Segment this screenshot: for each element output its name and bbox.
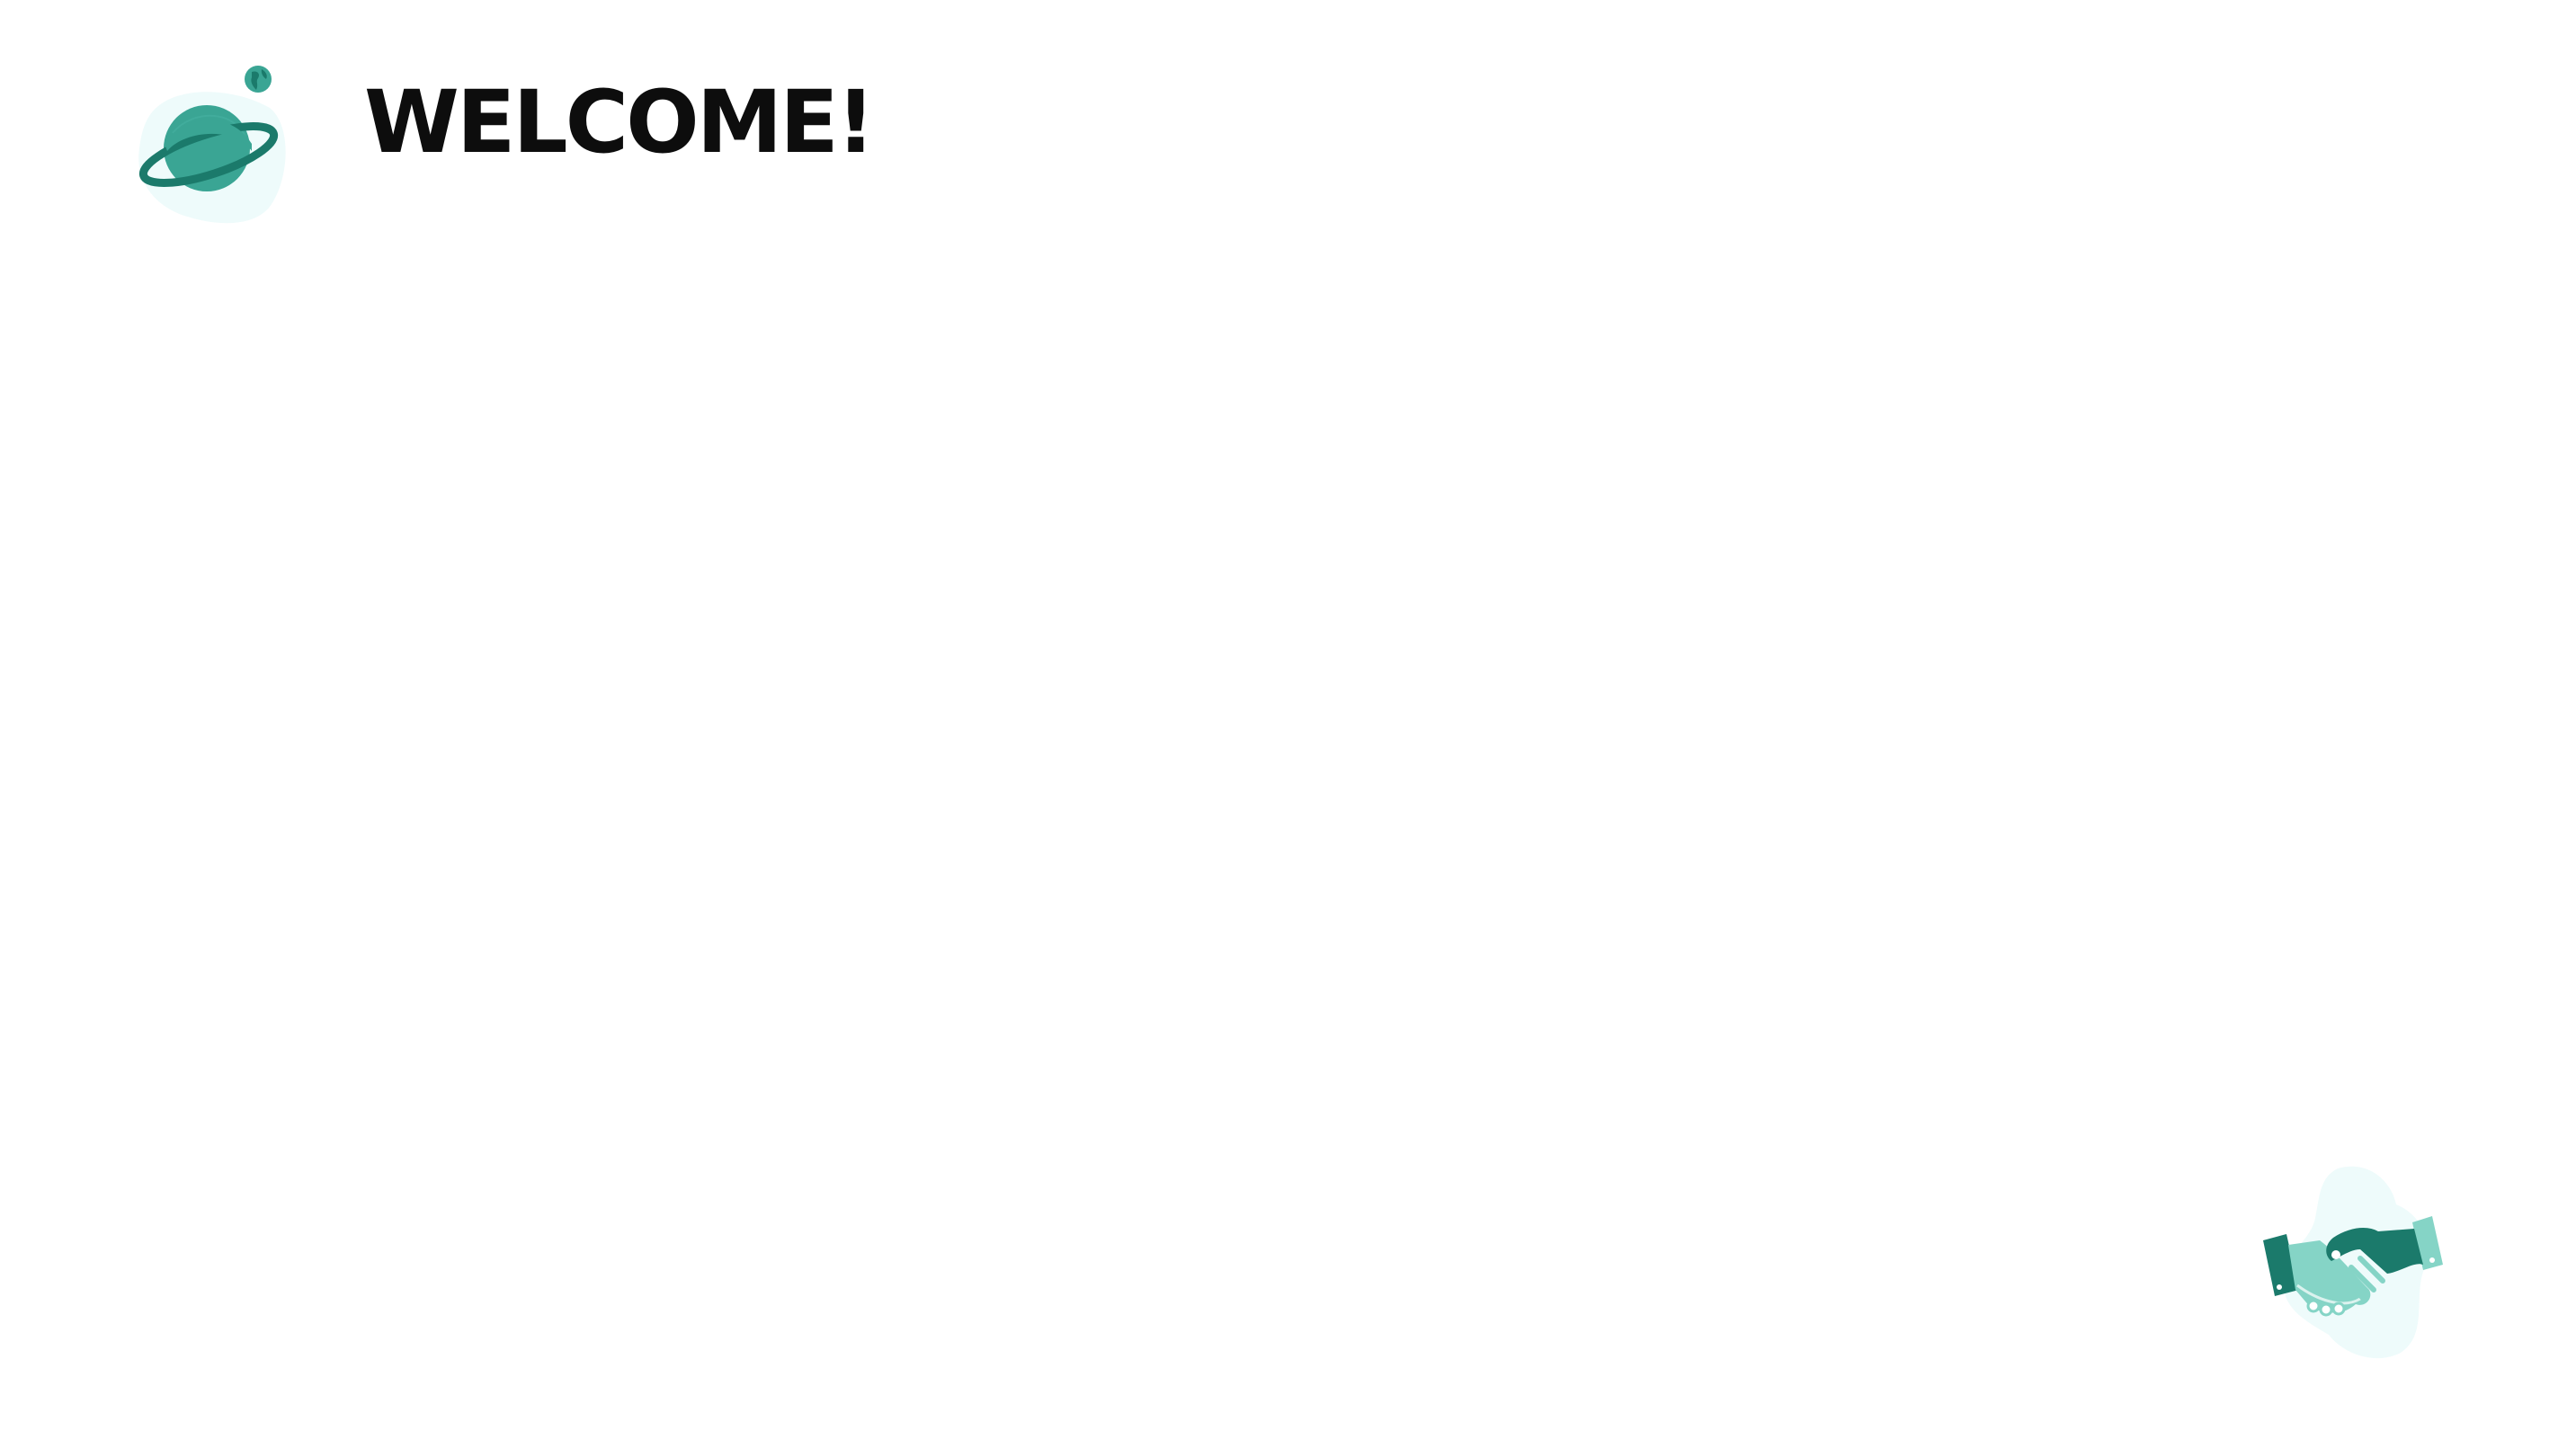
- page-title: WELCOME!: [364, 72, 876, 173]
- slide: WELCOME!: [0, 0, 2576, 1448]
- planet-icon: [138, 66, 286, 224]
- globe-icon: [245, 66, 272, 93]
- handshake-icon: [2263, 1166, 2443, 1359]
